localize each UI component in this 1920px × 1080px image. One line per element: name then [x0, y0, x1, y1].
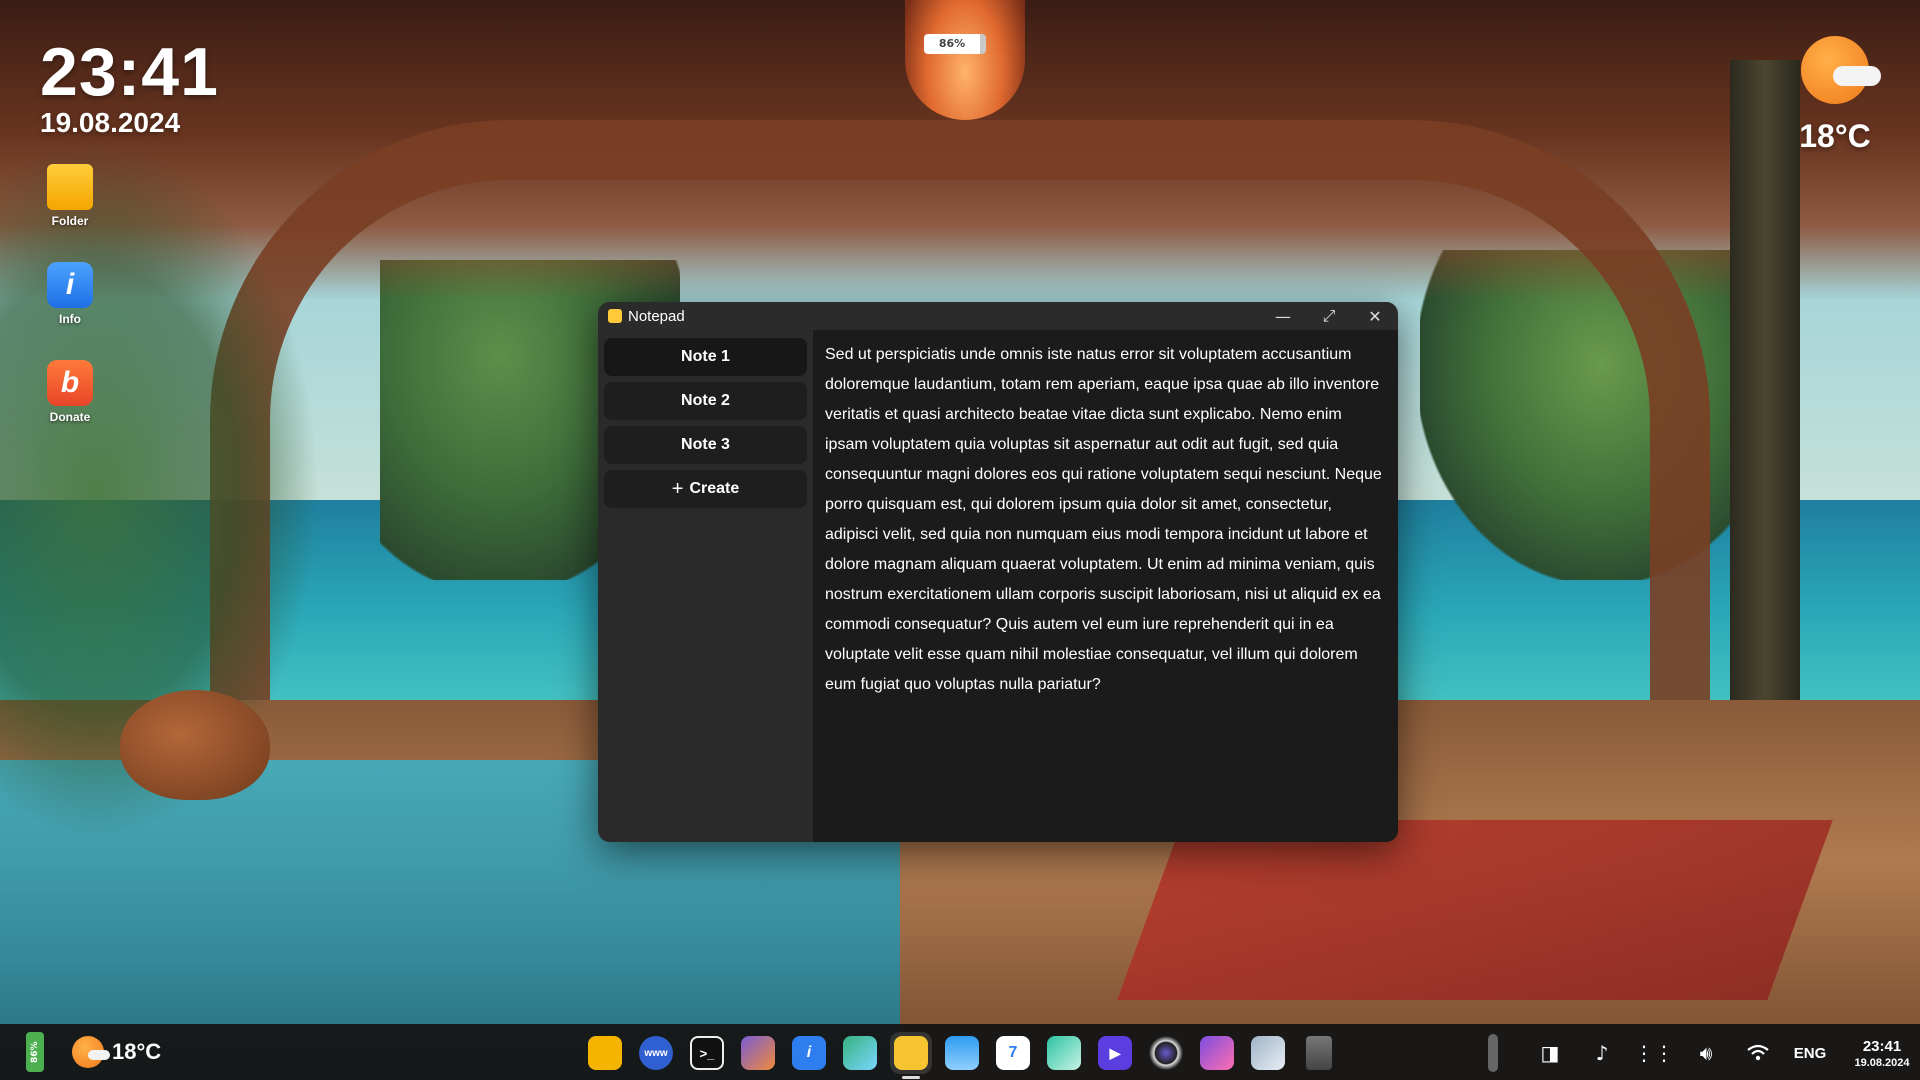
note-editor[interactable]: Sed ut perspiciatis unde omnis iste natu…: [813, 330, 1398, 842]
desktop-icons: Folder i Info b Donate: [38, 164, 102, 458]
notes-sidebar: Note 1 Note 2 Note 3 + Create: [598, 330, 813, 842]
info-icon: i: [792, 1036, 826, 1070]
dock-browser[interactable]: www: [635, 1032, 677, 1074]
maximize-button[interactable]: ⤢: [1306, 302, 1352, 330]
trash-icon: [1306, 1036, 1332, 1070]
desktop-clock-widget: 23:41 19.08.2024: [40, 38, 219, 138]
video-player-icon: ▶: [1098, 1036, 1132, 1070]
dock-calculator[interactable]: [737, 1032, 779, 1074]
dock-photos[interactable]: [1043, 1032, 1085, 1074]
taskbar: 86% 18°C www >_ i 7 ▶ ◨ ♪ ⋮⋮ 🔊︎ ENG 23:4…: [0, 1024, 1920, 1080]
create-note-button[interactable]: + Create: [604, 470, 807, 508]
dock-video-player[interactable]: ▶: [1094, 1032, 1136, 1074]
plus-icon: +: [671, 477, 684, 500]
dock-folder[interactable]: [584, 1032, 626, 1074]
dock-notepad[interactable]: [890, 1032, 932, 1079]
window-title: Notepad: [628, 307, 685, 325]
camera-icon: [1149, 1036, 1183, 1070]
terminal-icon: >_: [690, 1036, 724, 1070]
info-icon: i: [47, 262, 93, 308]
folder-icon: [588, 1036, 622, 1070]
music-icon[interactable]: ♪: [1576, 1033, 1628, 1073]
close-button[interactable]: ✕: [1352, 302, 1398, 330]
desktop-icon-label: Donate: [49, 410, 91, 424]
wifi-icon: [1747, 1044, 1769, 1061]
taskbar-battery[interactable]: 86%: [26, 1032, 44, 1072]
dock-calendar[interactable]: 7: [992, 1032, 1034, 1074]
taskbar-weather[interactable]: 18°C: [72, 1036, 161, 1068]
notepad-icon: [894, 1036, 928, 1070]
dock-terminal[interactable]: >_: [686, 1032, 728, 1074]
partly-cloudy-icon: [72, 1036, 110, 1068]
browser-icon: www: [639, 1036, 673, 1070]
desktop-icon-donate[interactable]: b Donate: [38, 360, 102, 456]
app-dock: www >_ i 7 ▶: [584, 1032, 1349, 1079]
wifi-icon[interactable]: [1732, 1033, 1784, 1073]
app-grid-icon[interactable]: ⋮⋮: [1628, 1033, 1680, 1073]
create-label: Create: [689, 480, 740, 497]
battery-indicator: 86%: [924, 34, 986, 54]
desktop-icon-label: Folder: [51, 214, 89, 228]
window-titlebar[interactable]: Notepad — ⤢ ✕: [598, 302, 1398, 330]
dock-weather[interactable]: [941, 1032, 983, 1074]
dock-camera[interactable]: [1145, 1032, 1187, 1074]
tray-handle[interactable]: [1488, 1034, 1498, 1072]
dock-trash[interactable]: [1298, 1032, 1340, 1074]
wallpaper-lamp: [905, 0, 1025, 120]
partly-cloudy-icon: [1795, 34, 1881, 114]
photos-icon: [1047, 1036, 1081, 1070]
note-2-button[interactable]: Note 2: [604, 382, 807, 420]
dock-settings[interactable]: [1247, 1032, 1289, 1074]
note-3-button[interactable]: Note 3: [604, 426, 807, 464]
calendar-icon: 7: [996, 1036, 1030, 1070]
volume-icon[interactable]: 🔊︎: [1680, 1033, 1732, 1073]
window-controls: — ⤢ ✕: [1260, 302, 1398, 330]
system-tray: ◨ ♪ ⋮⋮ 🔊︎ ENG 23:41 19.08.2024: [1488, 1032, 1920, 1074]
desktop-icon-label: Info: [59, 312, 81, 326]
weather-temperature: 18°C: [1799, 118, 1871, 154]
tic-tac-toe-icon: [843, 1036, 877, 1070]
settings-icon: [1251, 1036, 1285, 1070]
dock-info[interactable]: i: [788, 1032, 830, 1074]
note-1-button[interactable]: Note 1: [604, 338, 807, 376]
dock-paint[interactable]: [1196, 1032, 1238, 1074]
minimize-button[interactable]: —: [1260, 302, 1306, 330]
desktop-icon-folder[interactable]: Folder: [38, 164, 102, 260]
notepad-window: Notepad — ⤢ ✕ Note 1 Note 2 Note 3 + Cre…: [598, 302, 1398, 842]
taskbar-clock[interactable]: 23:41 19.08.2024: [1842, 1038, 1920, 1069]
wallpaper-pot: [120, 690, 270, 800]
wallpaper-rug: [1117, 820, 1833, 1000]
notepad-icon: [608, 309, 622, 323]
folder-icon: [47, 164, 93, 210]
desktop-icon-info[interactable]: i Info: [38, 262, 102, 358]
paint-icon: [1200, 1036, 1234, 1070]
weather-icon: [945, 1036, 979, 1070]
donate-icon: b: [47, 360, 93, 406]
desktop-weather-widget[interactable]: 18°C: [1790, 34, 1881, 155]
dock-tic-tac-toe[interactable]: [839, 1032, 881, 1074]
taskbar-temperature: 18°C: [112, 1039, 162, 1064]
window-switcher-icon[interactable]: ◨: [1524, 1033, 1576, 1073]
language-indicator[interactable]: ENG: [1784, 1033, 1836, 1073]
calculator-icon: [741, 1036, 775, 1070]
taskbar-date: 19.08.2024: [1854, 1056, 1910, 1069]
taskbar-time: 23:41: [1862, 1037, 1902, 1055]
note-content[interactable]: Sed ut perspiciatis unde omnis iste natu…: [825, 340, 1386, 700]
desktop-date: 19.08.2024: [40, 107, 181, 138]
desktop-time: 23:41: [40, 34, 219, 110]
